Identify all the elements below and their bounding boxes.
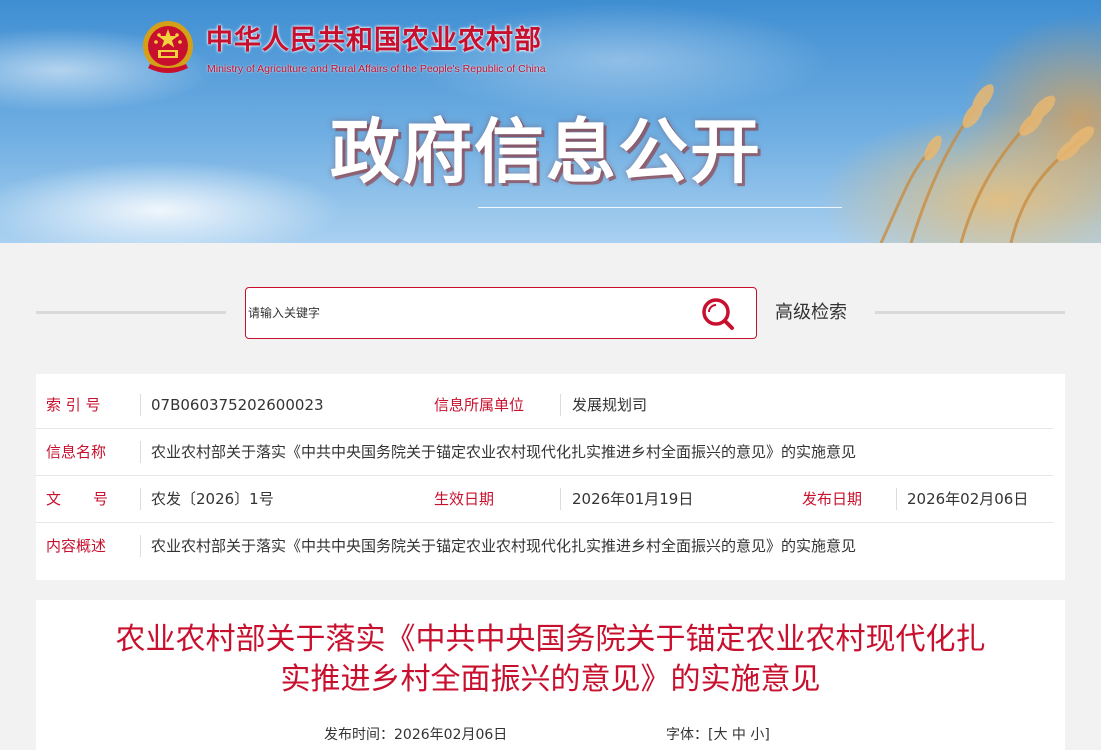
publish-time-label: 发布时间： <box>324 727 394 743</box>
divider <box>140 441 141 463</box>
publish-date-value: 2026年02月06日 <box>907 490 1029 508</box>
article-title: 农业农村部关于落实《中共中央国务院关于锚定农业农村现代化扎 实推进乡村全面振兴的… <box>36 620 1065 700</box>
font-size-medium[interactable]: 中 <box>732 727 746 743</box>
font-size-selector: 字体：[大 中 小] <box>666 724 770 746</box>
summary-label: 内容概述 <box>46 537 107 555</box>
divider <box>140 535 141 557</box>
name-value: 农业农村部关于落实《中共中央国务院关于锚定农业农村现代化扎实推进乡村全面振兴的意… <box>151 443 857 461</box>
name-label: 信息名称 <box>46 443 107 461</box>
unit-value: 发展规划司 <box>572 396 648 414</box>
divider <box>896 488 897 510</box>
doc-no-label-part1: 文 <box>46 490 62 508</box>
info-table: 索 引 号 07B060375202600023 信息所属单位 发展规划司 信息… <box>36 374 1065 580</box>
divider <box>560 488 561 510</box>
font-size-bracket-close: ] <box>764 727 770 743</box>
divider <box>560 394 561 416</box>
banner-divider <box>478 207 842 208</box>
info-row-name: 信息名称 农业农村部关于落实《中共中央国务院关于锚定农业农村现代化扎实推进乡村全… <box>36 429 1053 476</box>
font-size-large[interactable]: 大 <box>713 727 727 743</box>
site-name-cn[interactable]: 中华人民共和国农业农村部 <box>206 24 542 58</box>
index-value: 07B060375202600023 <box>151 396 324 414</box>
article-title-line-1: 农业农村部关于落实《中共中央国务院关于锚定农业农村现代化扎 <box>115 622 986 657</box>
search-box <box>245 287 757 339</box>
divider <box>140 394 141 416</box>
article-card: 农业农村部关于落实《中共中央国务院关于锚定农业农村现代化扎 实推进乡村全面振兴的… <box>36 600 1065 750</box>
advanced-search-link[interactable]: 高级检索 <box>775 300 847 326</box>
search-icon[interactable] <box>700 296 736 332</box>
divider <box>140 488 141 510</box>
search-divider-right <box>875 311 1065 314</box>
article-title-line-2: 实推进乡村全面振兴的意见》的实施意见 <box>280 662 821 697</box>
wheat-decoration-icon <box>879 84 1095 243</box>
site-name-en: Ministry of Agriculture and Rural Affair… <box>207 63 546 75</box>
header-banner: 中华人民共和国农业农村部 Ministry of Agriculture and… <box>0 0 1101 243</box>
summary-value: 农业农村部关于落实《中共中央国务院关于锚定农业农村现代化扎实推进乡村全面振兴的意… <box>151 537 857 555</box>
search-divider-left <box>36 311 226 314</box>
publish-date-label: 发布日期 <box>802 490 863 508</box>
doc-no-value: 农发〔2026〕1号 <box>151 490 274 508</box>
font-size-small[interactable]: 小 <box>750 727 764 743</box>
doc-no-label-part2: 号 <box>93 490 109 508</box>
info-row-index: 索 引 号 07B060375202600023 信息所属单位 发展规划司 <box>36 382 1053 429</box>
search-input[interactable] <box>246 288 686 338</box>
info-row-summary: 内容概述 农业农村部关于落实《中共中央国务院关于锚定农业农村现代化扎实推进乡村全… <box>36 523 1053 570</box>
publish-time-value: 2026年02月06日 <box>394 727 508 743</box>
info-row-docno: 文 号 农发〔2026〕1号 生效日期 2026年01月19日 发布日期 202… <box>36 476 1053 523</box>
national-emblem-icon <box>143 21 193 73</box>
publish-time: 发布时间：2026年02月06日 <box>324 724 507 746</box>
effective-date-label: 生效日期 <box>434 490 495 508</box>
index-label: 索 引 号 <box>46 396 101 414</box>
effective-date-value: 2026年01月19日 <box>572 490 694 508</box>
banner-title: 政府信息公开 <box>330 111 762 193</box>
unit-label: 信息所属单位 <box>434 396 525 414</box>
font-size-label: 字体： <box>666 727 708 743</box>
